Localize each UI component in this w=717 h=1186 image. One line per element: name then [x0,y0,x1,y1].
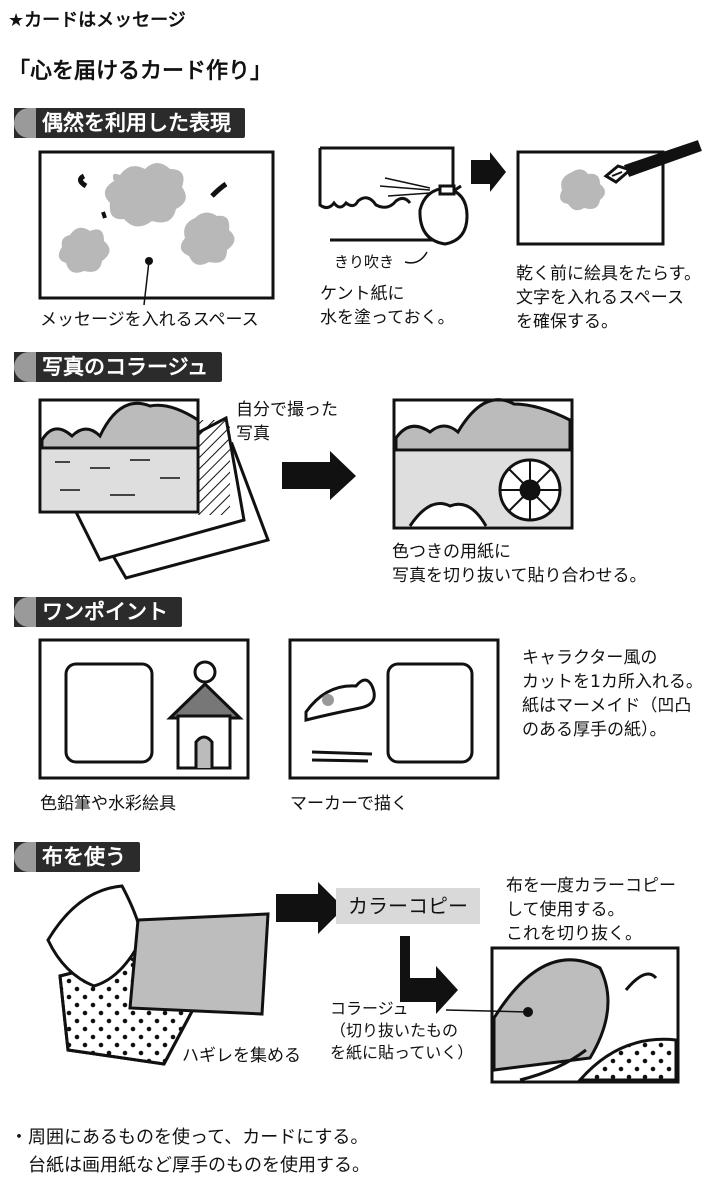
label-drip-paint: 乾く前に絵具をたらす。 文字を入れるスペース を確保する。 [516,264,701,332]
sprayer-card [318,146,469,264]
fabric-collage [445,946,680,1084]
footer-note: ・周囲にあるものを使って、カードにする。 台紙は画用紙など厚手のものを使用する。 [10,1127,370,1176]
label-collage: コラージュ （切り抜いたもの を紙に貼っていく） [330,999,474,1062]
arrow-1 [471,152,506,192]
arrow-2 [282,451,356,500]
arrow-3 [276,882,344,934]
label-sprayer: きり吹き [334,253,395,271]
label-scraps: ハギレを集める [182,1046,301,1066]
label-cut-paste: 色つきの用紙に 写真を切り抜いて貼り合わせる。 [392,542,647,586]
label-copy-note: 布を一度カラーコピー して使用する。 これを切り抜く。 [506,876,676,944]
label-marker: マーカーで描く [290,794,408,814]
color-copy-box: カラーコピー [336,888,480,924]
label-message-space: メッセージを入れるスペース [40,310,259,330]
marker-card [288,638,500,780]
brush-card [516,140,702,246]
stacked-photos [38,398,270,580]
pencil-card [38,638,250,780]
fabric-pile [46,884,270,1066]
collage-result [392,398,574,530]
label-character: キャラクター風の カットを1カ所入れる。 紙はマーメイド（凹凸 のある厚手の紙）… [522,648,703,740]
label-wet-paper: ケント紙に 水を塗っておく。 [320,284,455,328]
blot-card [38,150,275,306]
label-own-photo: 自分で撮った 写真 [236,400,338,444]
label-pencil: 色鉛筆や水彩絵具 [40,794,176,814]
